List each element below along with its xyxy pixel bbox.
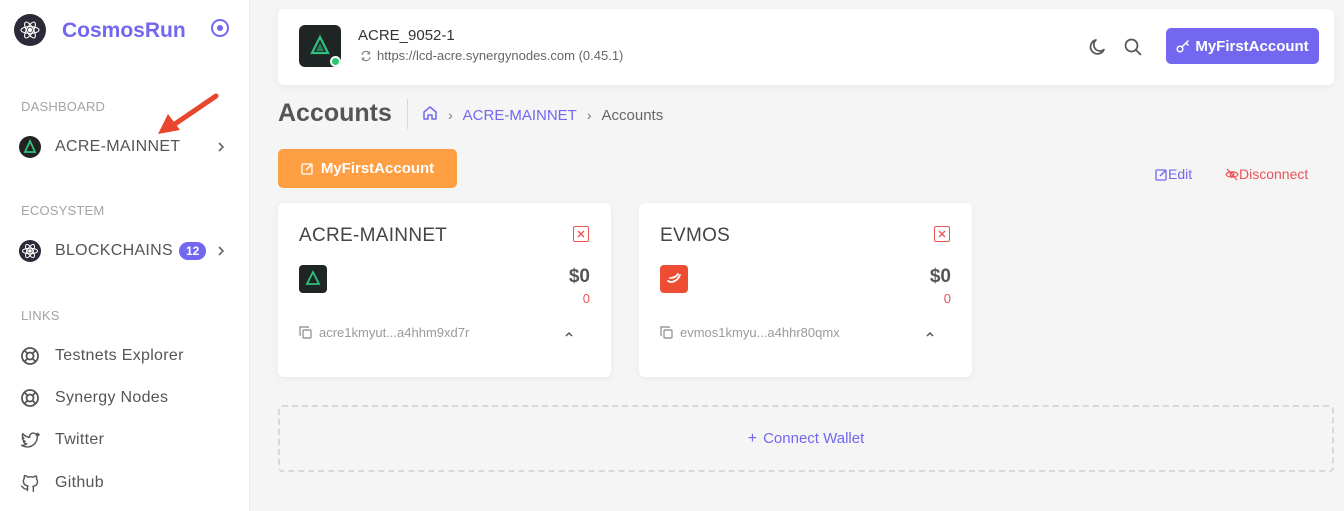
brand[interactable]: CosmosRun xyxy=(14,14,186,46)
sidebar-link-synergy-nodes[interactable]: Synergy Nodes xyxy=(18,383,234,413)
key-icon xyxy=(1176,40,1190,53)
lifebuoy-icon xyxy=(18,344,42,368)
sync-icon xyxy=(361,50,371,61)
account-button[interactable]: MyFirstAccount xyxy=(1166,28,1319,64)
section-header-links: LINKS xyxy=(21,308,60,323)
connect-wallet-button[interactable]: + Connect Wallet xyxy=(278,405,1334,472)
breadcrumb-link-chain[interactable]: ACRE-MAINNET xyxy=(463,107,577,124)
sidebar-item-blockchains[interactable]: BLOCKCHAINS 12 xyxy=(18,236,234,266)
card-title: ACRE-MAINNET xyxy=(299,225,448,246)
evmos-logo-icon xyxy=(660,265,688,293)
disconnect-label: Disconnect xyxy=(1239,166,1309,182)
edit-icon xyxy=(1155,168,1167,181)
sidebar: CosmosRun DASHBOARD ACRE-MAINNET ECOSYST… xyxy=(0,0,250,511)
home-icon[interactable] xyxy=(422,105,438,125)
breadcrumb-current: Accounts xyxy=(601,106,664,124)
endpoint-text: https://lcd-acre.synergynodes.com (0.45.… xyxy=(377,48,624,63)
lifebuoy-icon xyxy=(18,386,42,410)
annotation-arrow-icon xyxy=(158,93,219,134)
sidebar-link-label: Synergy Nodes xyxy=(55,389,169,406)
card-balance: $0 xyxy=(568,266,590,287)
copy-address[interactable]: acre1kmyut...a4hhm9xd7r xyxy=(299,325,469,340)
chain-id: ACRE_9052-1 xyxy=(358,27,455,44)
acre-logo-icon xyxy=(18,135,42,159)
copy-address[interactable]: evmos1kmyu...a4hhr80qmx xyxy=(660,325,840,340)
remove-icon[interactable] xyxy=(573,226,589,242)
topbar: ACRE_9052-1 https://lcd-acre.synergynode… xyxy=(278,9,1334,85)
github-icon xyxy=(18,471,42,495)
cosmos-logo-icon xyxy=(14,14,46,46)
acre-logo-icon xyxy=(310,34,330,55)
sidebar-link-twitter[interactable]: Twitter xyxy=(18,425,234,455)
rpc-endpoint[interactable]: https://lcd-acre.synergynodes.com (0.45.… xyxy=(360,48,623,63)
chevron-up-icon[interactable] xyxy=(563,327,575,339)
brand-name: CosmosRun xyxy=(62,19,186,42)
online-status-dot xyxy=(330,56,341,67)
sidebar-link-label: Github xyxy=(55,474,104,491)
address-text: acre1kmyut...a4hhm9xd7r xyxy=(319,325,470,340)
connect-wallet-label: Connect Wallet xyxy=(763,430,865,447)
edit-label: Edit xyxy=(1168,166,1193,182)
copy-icon xyxy=(660,326,673,339)
address-text: evmos1kmyu...a4hhr80qmx xyxy=(680,325,840,340)
disconnect-link[interactable]: Disconnect xyxy=(1225,166,1308,182)
profile-button-label: MyFirstAccount xyxy=(320,160,435,177)
chevron-right-icon xyxy=(216,244,226,258)
count-badge: 12 xyxy=(179,242,207,260)
edit-icon xyxy=(301,163,313,175)
section-header-ecosystem: ECOSYSTEM xyxy=(21,203,105,218)
profile-button[interactable]: MyFirstAccount xyxy=(278,149,457,188)
card-balance: $0 xyxy=(929,266,951,287)
sidebar-item-label: ACRE-MAINNET xyxy=(55,138,181,155)
sidebar-link-label: Testnets Explorer xyxy=(55,347,184,364)
plus-icon: + xyxy=(747,429,758,447)
breadcrumb: › ACRE-MAINNET › Accounts xyxy=(422,105,663,125)
card-amount: 0 xyxy=(943,291,951,306)
account-card-acre: ACRE-MAINNET $0 0 acre1kmyut...a4hhm9xd7… xyxy=(278,203,611,377)
breadcrumb-separator: › xyxy=(448,107,453,123)
edit-link[interactable]: Edit xyxy=(1155,166,1192,182)
sidebar-collapse-icon[interactable] xyxy=(210,18,230,38)
title-divider xyxy=(407,99,408,129)
page-title: Accounts xyxy=(278,99,392,127)
chevron-up-icon[interactable] xyxy=(924,327,936,339)
section-header-dashboard: DASHBOARD xyxy=(21,99,106,114)
sidebar-link-testnets-explorer[interactable]: Testnets Explorer xyxy=(18,341,234,371)
twitter-icon xyxy=(18,428,42,452)
card-amount: 0 xyxy=(582,291,590,306)
chevron-right-icon xyxy=(216,140,226,154)
sidebar-link-github[interactable]: Github xyxy=(18,468,234,498)
account-button-label: MyFirstAccount xyxy=(1195,37,1309,55)
card-title: EVMOS xyxy=(660,225,731,246)
search-icon[interactable] xyxy=(1123,37,1143,57)
acre-logo-icon xyxy=(299,265,327,293)
breadcrumb-separator: › xyxy=(586,107,592,123)
account-card-evmos: EVMOS $0 0 evmos1kmyu...a4hhr80qmx xyxy=(639,203,972,377)
moon-icon[interactable] xyxy=(1088,37,1108,57)
remove-icon[interactable] xyxy=(934,226,950,242)
sidebar-link-label: Twitter xyxy=(55,431,105,448)
eye-off-icon xyxy=(1225,168,1239,180)
sidebar-item-label: BLOCKCHAINS xyxy=(55,242,173,259)
cosmos-icon xyxy=(18,239,42,263)
copy-icon xyxy=(299,326,312,339)
